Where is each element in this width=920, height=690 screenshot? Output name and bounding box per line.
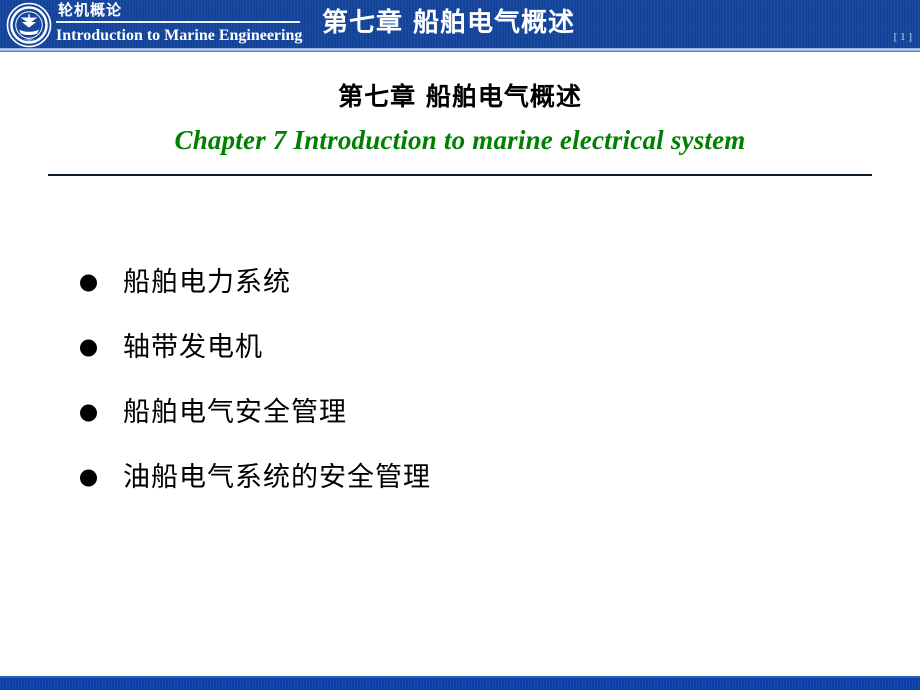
- slide-body: 第七章 船舶电气概述 Chapter 7 Introduction to mar…: [0, 52, 920, 678]
- banner-chapter-title: 第七章 船舶电气概述: [322, 8, 576, 38]
- bullet-dot-icon: [80, 274, 97, 291]
- list-item[interactable]: 轴带发电机: [0, 315, 920, 380]
- nautical-institute-crest-icon: 1909: [6, 2, 52, 48]
- slide-footer-bar: [0, 678, 920, 690]
- agenda-bullet-list: 船舶电力系统 轴带发电机 船舶电气安全管理 油船电气系统的安全管理: [0, 250, 920, 510]
- list-item-label: 船舶电力系统: [123, 266, 291, 298]
- course-title-en: Introduction to Marine Engineering: [56, 27, 303, 44]
- svg-text:1909: 1909: [24, 37, 34, 42]
- list-item-label: 油船电气系统的安全管理: [123, 461, 431, 493]
- list-item[interactable]: 船舶电力系统: [0, 250, 920, 315]
- list-item-label: 轴带发电机: [123, 331, 263, 363]
- list-item[interactable]: 油船电气系统的安全管理: [0, 445, 920, 510]
- course-title-divider: [56, 21, 300, 23]
- list-item[interactable]: 船舶电气安全管理: [0, 380, 920, 445]
- bullet-dot-icon: [80, 404, 97, 421]
- list-item-label: 船舶电气安全管理: [123, 396, 347, 428]
- page-number-marker: [ 1 ]: [893, 31, 912, 43]
- slide-title-cn: 第七章 船舶电气概述: [338, 82, 582, 111]
- bullet-dot-icon: [80, 469, 97, 486]
- presentation-slide: 1909 轮机概论 Introduction to Marine Enginee…: [0, 0, 920, 690]
- slide-header-banner: 1909 轮机概论 Introduction to Marine Enginee…: [0, 0, 920, 48]
- course-title-cn: 轮机概论: [58, 1, 123, 19]
- bullet-dot-icon: [80, 339, 97, 356]
- slide-title-en: Chapter 7 Introduction to marine electri…: [174, 125, 746, 155]
- title-divider-rule: [48, 174, 872, 176]
